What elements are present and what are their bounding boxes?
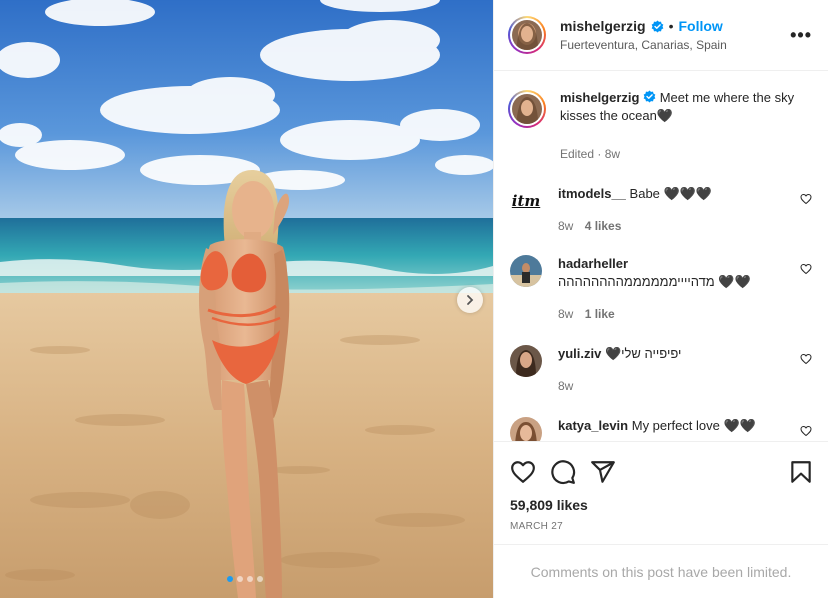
comment-username[interactable]: itmodels__ [558, 186, 626, 201]
caption-username[interactable]: mishelgerzig [560, 90, 639, 105]
comments-list[interactable]: mishelgerzig Meet me where the sky kisse… [494, 71, 828, 441]
chevron-right-icon [467, 295, 474, 305]
comment-age: 8w [558, 219, 574, 233]
avatar [512, 20, 542, 50]
post-header: mishelgerzig • Follow Fuerteventura, Can… [494, 0, 828, 71]
post-date[interactable]: MARCH 27 [494, 521, 828, 532]
comment-username[interactable]: katya_levin [558, 418, 628, 433]
comment-text: מדהייייממממממהההההההה 🖤🖤 [558, 274, 751, 289]
follow-button[interactable]: Follow [679, 18, 723, 34]
comment-username[interactable]: yuli.ziv [558, 346, 601, 361]
next-photo-button[interactable] [457, 287, 483, 313]
heart-icon[interactable] [800, 193, 812, 205]
beach-photo [0, 0, 493, 598]
comment-item: hadarheller מדהייייממממממהההההההה 🖤🖤 8w … [508, 255, 812, 323]
comment-text: Babe 🖤🖤🖤 [629, 186, 713, 201]
post-sidebar: mishelgerzig • Follow Fuerteventura, Can… [493, 0, 828, 598]
bookmark-icon[interactable] [788, 459, 814, 485]
comment-age: 8w [558, 307, 574, 321]
caption: mishelgerzig Meet me where the sky kisse… [508, 89, 812, 163]
heart-icon[interactable] [800, 425, 812, 437]
heart-icon[interactable] [800, 263, 812, 275]
comment-item: yuli.ziv יפיפייה שלי🖤 8w [508, 345, 812, 395]
verified-badge-icon [643, 90, 656, 103]
carousel-indicator [227, 576, 263, 582]
heart-icon[interactable] [510, 459, 536, 485]
action-bar [494, 441, 828, 501]
verified-badge-icon [651, 19, 663, 33]
comment-likes[interactable]: 1 like [585, 307, 615, 321]
comment-text: My perfect love 🖤🖤 [631, 418, 756, 433]
itm-logo: itm [511, 192, 541, 210]
comment-age: 8w [558, 379, 574, 393]
share-icon[interactable] [590, 459, 616, 485]
carousel-dot [257, 576, 263, 582]
carousel-dot [227, 576, 233, 582]
caption-story-ring[interactable] [508, 90, 546, 128]
commenter-avatar[interactable] [510, 345, 542, 377]
commenter-avatar[interactable] [510, 255, 542, 287]
heart-icon[interactable] [800, 353, 812, 365]
post-location[interactable]: Fuerteventura, Canarias, Spain [560, 38, 790, 52]
commenter-avatar[interactable]: itm [510, 185, 542, 217]
comment-item: katya_levin My perfect love 🖤🖤 [508, 417, 812, 441]
caption-edited: Edited [560, 147, 595, 161]
comment-likes[interactable]: 4 likes [585, 219, 622, 233]
carousel-dot [237, 576, 243, 582]
separator-dot: • [668, 18, 674, 34]
story-ring[interactable] [508, 16, 546, 54]
avatar [512, 94, 542, 124]
instagram-post-view: mishelgerzig • Follow Fuerteventura, Can… [0, 0, 828, 598]
likes-count[interactable]: 59,809 likes [494, 497, 828, 513]
comment-item: itm itmodels__ Babe 🖤🖤🖤 8w 4 likes [508, 185, 812, 235]
more-options-button[interactable]: ••• [790, 25, 812, 46]
comment-username[interactable]: hadarheller [558, 256, 628, 271]
comment-text: יפיפייה שלי🖤 [604, 346, 682, 361]
carousel-dot [247, 576, 253, 582]
caption-age: 8w [604, 147, 621, 161]
commenter-avatar[interactable] [510, 417, 542, 441]
post-username[interactable]: mishelgerzig [560, 18, 646, 34]
post-media [0, 0, 493, 598]
comment-icon[interactable] [550, 459, 576, 485]
comments-limited-notice: Comments on this post have been limited. [494, 544, 828, 598]
